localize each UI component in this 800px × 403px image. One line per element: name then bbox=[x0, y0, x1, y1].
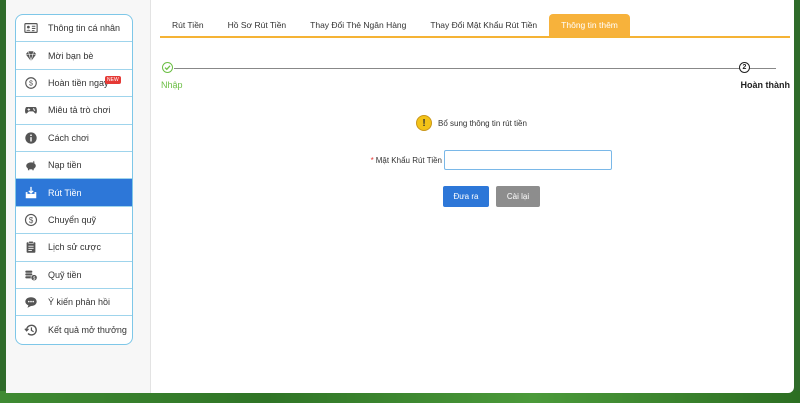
step-2-number: 2 bbox=[739, 62, 750, 73]
sidebar-item-label: Ý kiến phản hồi bbox=[48, 297, 111, 308]
withdraw-password-input[interactable] bbox=[444, 150, 612, 170]
submit-button[interactable]: Đưa ra bbox=[443, 186, 489, 207]
svg-text:$: $ bbox=[29, 216, 34, 225]
password-row: * Mật Khẩu Rút Tiền bbox=[360, 150, 612, 170]
sidebar-item-4[interactable]: Cách chơi bbox=[16, 125, 132, 152]
sidebar-item-label: Rút Tiền bbox=[48, 187, 82, 198]
step-1-label: Nhập bbox=[161, 80, 183, 90]
svg-text:$: $ bbox=[29, 81, 33, 88]
sidebar-item-3[interactable]: Miêu tả trò chơi bbox=[16, 97, 132, 125]
step-1-check-icon bbox=[162, 62, 173, 73]
sidebar-item-label: Hoàn tiền ngay bbox=[48, 77, 109, 88]
new-badge: NEW bbox=[105, 75, 121, 84]
required-mark: * bbox=[370, 155, 374, 165]
chat-icon bbox=[23, 294, 39, 310]
sidebar-item-label: Lịch sử cược bbox=[48, 242, 101, 253]
step-2-label: Hoàn thành bbox=[740, 80, 791, 90]
sidebar-item-label: Mời bạn bè bbox=[48, 50, 94, 61]
id-card-icon bbox=[23, 20, 39, 36]
sidebar-menu: Thông tin cá nhân Mời bạn bè $ Hoàn tiền ng… bbox=[15, 14, 133, 345]
sidebar-item-label: Quỹ tiền bbox=[48, 269, 82, 280]
sidebar-item-6[interactable]: Rút Tiền bbox=[16, 179, 132, 207]
sidebar-item-5[interactable]: Nạp tiền bbox=[16, 152, 132, 180]
tab-bar: Rút Tiền Hồ Sơ Rút Tiền Thay Đổi Thẻ Ngân … bbox=[160, 14, 790, 38]
sidebar-item-9[interactable]: $ Quỹ tiền bbox=[16, 262, 132, 289]
coins-icon: $ bbox=[23, 267, 39, 283]
info-notice: ! Bổ sung thông tin rút tiền bbox=[416, 115, 527, 131]
sidebar-item-label: Miêu tả trò chơi bbox=[48, 105, 111, 116]
clipboard-icon bbox=[23, 239, 39, 255]
progress-stepper: 2 Nhập Hoàn thành bbox=[160, 62, 790, 92]
sidebar-item-label: Thông tin cá nhân bbox=[48, 23, 121, 34]
tab-1[interactable]: Hồ Sơ Rút Tiền bbox=[216, 14, 299, 36]
history-icon bbox=[23, 322, 39, 338]
notice-text: Bổ sung thông tin rút tiền bbox=[438, 118, 527, 128]
withdraw-icon bbox=[23, 185, 39, 201]
reset-button[interactable]: Cài lại bbox=[496, 186, 540, 207]
tab-2[interactable]: Thay Đổi Thẻ Ngân Hàng bbox=[298, 14, 418, 36]
info-icon bbox=[23, 130, 39, 146]
sidebar-item-label: Chuyển quỹ bbox=[48, 214, 97, 225]
sidebar-item-10[interactable]: Ý kiến phản hồi bbox=[16, 289, 132, 317]
tab-3[interactable]: Thay Đổi Mật Khẩu Rút Tiền bbox=[418, 14, 549, 36]
diamond-icon bbox=[23, 48, 39, 64]
stepper-line bbox=[174, 68, 776, 69]
tab-0[interactable]: Rút Tiền bbox=[160, 14, 216, 36]
password-label-text: Mật Khẩu Rút Tiền bbox=[375, 155, 442, 165]
sidebar-item-label: Kết quả mở thưởng bbox=[48, 324, 127, 335]
password-label: * Mật Khẩu Rút Tiền bbox=[360, 156, 442, 165]
sidebar-item-label: Nạp tiền bbox=[48, 160, 82, 171]
dollar-circle-icon: $ bbox=[23, 212, 39, 228]
tab-4[interactable]: Thông tin thêm bbox=[549, 14, 630, 36]
piggy-bank-icon bbox=[23, 157, 39, 173]
sidebar-item-0[interactable]: Thông tin cá nhân bbox=[16, 15, 132, 43]
cashback-icon: $ bbox=[23, 75, 39, 91]
gamepad-icon bbox=[23, 102, 39, 118]
sidebar-item-1[interactable]: Mời bạn bè bbox=[16, 42, 132, 70]
sidebar-item-7[interactable]: $ Chuyển quỹ bbox=[16, 207, 132, 235]
sidebar-item-8[interactable]: Lịch sử cược bbox=[16, 234, 132, 262]
main-frame: Thông tin cá nhân Mời bạn bè $ Hoàn tiền ng… bbox=[6, 0, 794, 393]
sidebar-item-11[interactable]: Kết quả mở thưởng bbox=[16, 316, 132, 343]
sidebar-item-label: Cách chơi bbox=[48, 132, 89, 143]
sidebar-item-2[interactable]: $ Hoàn tiền ngay NEW bbox=[16, 70, 132, 98]
warning-icon: ! bbox=[416, 115, 432, 131]
sidebar-panel: Thông tin cá nhân Mời bạn bè $ Hoàn tiền ng… bbox=[6, 0, 151, 393]
